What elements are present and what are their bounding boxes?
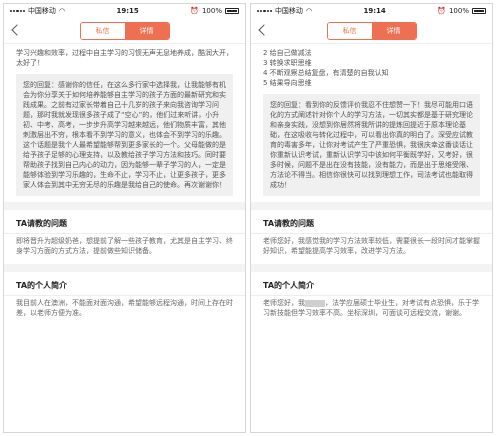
detail-content: 2 给自己做减法 3 转换求职思维 4 不断观察总结复盘，有清楚的自我认知 5 … [251,44,492,326]
section-title-question: TA请教的问题 [16,219,68,228]
divider [4,264,245,272]
signal-icon [10,9,25,13]
tab-private-message[interactable]: 私信 [80,22,125,39]
nav-bar: 私信 详情 [4,18,245,44]
carrier-label: 中国移动 [27,7,56,15]
status-time: 19:14 [363,7,386,15]
signal-icon [257,9,272,13]
review-list: 2 给自己做减法 3 转换求职思维 4 不断观察总结复盘，有清楚的自我认知 5 … [251,46,492,92]
status-bar: 中国移动 ◠ 19:15 ⏰ 100% [4,4,245,18]
list-item: 2 给自己做减法 [263,49,312,57]
battery-icon [224,8,239,14]
battery-percent: 100% [201,7,222,15]
section-title-profile: TA的个人简介 [263,281,315,290]
tab-details[interactable]: 详情 [371,22,416,39]
status-bar: 中国移动 ◠ 19:14 ⏰ 100% [251,4,492,18]
battery-percent: 100% [448,7,469,15]
wifi-icon: ◠ [58,7,66,15]
reply-box: 您的回复：看到你的反馈评价我忍不住想赞一下！我尽可能用口语化的方式阐述针对你个人… [263,94,480,196]
section-body-profile: 我目前人在澳洲，不能面对面沟通，希望能够远程沟通，时间上存在时差，以老师方便为准… [4,295,245,326]
divider [4,202,245,210]
back-icon[interactable] [258,24,270,36]
list-item: 5 结果导向思维 [263,79,312,87]
tab-details[interactable]: 详情 [124,22,169,39]
section-body-profile: 老师您好，我 ，法学应届硕士毕业生，对考试有点恐惧，乐于学习新技能但学习效率不高。… [251,295,492,326]
section-body-question: 即将晋升为超级奶爸，想提前了解一些孩子教育，尤其是自主学习、终身学习方面的方式方… [4,233,245,264]
status-time: 19:15 [116,7,139,15]
divider [251,202,492,210]
alarm-icon: ⏰ [190,7,199,15]
review-text: 学习兴趣和效率，过程中自主学习的习惯无声无息地养成，酷润大开，太好了！ [4,46,245,72]
profile-prefix: 老师您好，我 [263,299,305,307]
nav-bar: 私信 详情 [251,18,492,44]
carrier-label: 中国移动 [274,7,303,15]
wifi-icon: ◠ [305,7,313,15]
section-title-question: TA请教的问题 [263,219,315,228]
tab-private-message[interactable]: 私信 [327,22,372,39]
list-item: 3 转换求职思维 [263,59,312,67]
back-icon[interactable] [11,24,23,36]
divider [251,264,492,272]
segmented-tabs: 私信 详情 [79,21,170,40]
section-title-profile: TA的个人简介 [16,281,68,290]
right-screen: 中国移动 ◠ 19:14 ⏰ 100% 私信 详情 2 给自己做减法 3 转换求… [250,3,493,433]
review-tail: 学习兴趣和效率，过程中自主学习的习惯无声无息地养成，酷润大开，太好了！ [16,49,233,67]
detail-content: 学习兴趣和效率，过程中自主学习的习惯无声无息地养成，酷润大开，太好了！ 您的回复… [4,44,245,326]
alarm-icon: ⏰ [437,7,446,15]
battery-icon [471,8,486,14]
left-screen: 中国移动 ◠ 19:15 ⏰ 100% 私信 详情 学习兴趣和效率，过程中自主学… [3,3,246,433]
segmented-tabs: 私信 详情 [326,21,417,40]
reply-box: 您的回复：感谢你的信任，在这么多行家中选择我，让我能够有机会为你分享关于如何培养… [16,74,233,196]
blurred-name [305,299,325,307]
section-body-question: 老师您好，我感觉我的学习方法效率较低，需要很长一段时间才能掌握好知识，希望能提高… [251,233,492,264]
list-item: 4 不断观察总结复盘，有清楚的自我认知 [263,69,389,77]
